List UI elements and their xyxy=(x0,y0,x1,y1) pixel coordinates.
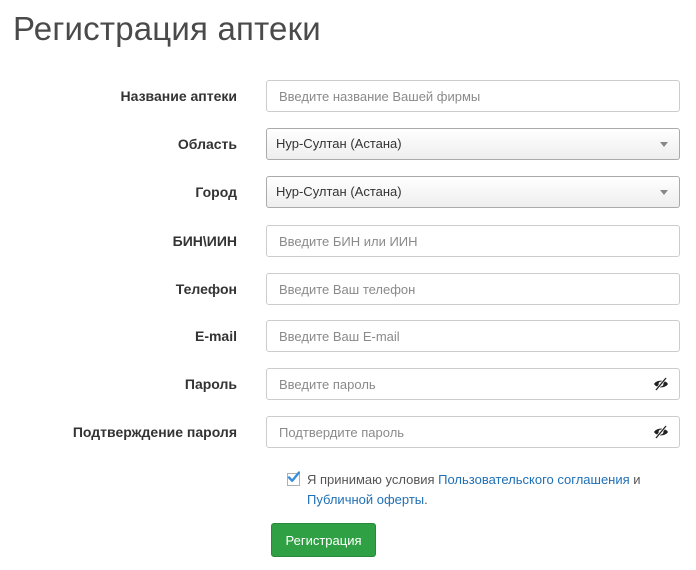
agreement-text-before: Я принимаю условия xyxy=(307,472,439,487)
check-icon xyxy=(287,471,300,482)
phone-field xyxy=(266,273,680,305)
row-pharmacy-name: Название аптеки xyxy=(0,80,696,112)
email-field xyxy=(266,320,680,352)
region-label: Область xyxy=(177,136,237,152)
caret-down-icon xyxy=(660,190,668,195)
password-confirm-input[interactable] xyxy=(267,417,679,447)
region-select-value: Нур-Султан (Астана) xyxy=(276,136,402,151)
password-field xyxy=(266,368,680,400)
row-phone: Телефон xyxy=(0,273,696,305)
agreement-checkbox[interactable] xyxy=(287,471,300,486)
bin-label: БИН\ИИН xyxy=(172,233,237,249)
agreement: Я принимаю условия Пользовательского сог… xyxy=(287,470,677,510)
email-input[interactable] xyxy=(267,321,679,351)
row-bin: БИН\ИИН xyxy=(0,225,696,257)
public-offer-link[interactable]: Публичной оферты xyxy=(307,492,424,507)
password-confirm-label: Подтверждение пароля xyxy=(72,424,237,440)
password-label: Пароль xyxy=(184,376,237,392)
pharmacy-name-label: Название аптеки xyxy=(120,88,237,104)
city-select[interactable]: Нур-Султан (Астана) xyxy=(266,176,680,208)
region-select[interactable]: Нур-Султан (Астана) xyxy=(266,128,680,160)
agreement-text-after: . xyxy=(424,492,428,507)
phone-label: Телефон xyxy=(175,281,237,297)
phone-input[interactable] xyxy=(267,274,679,304)
row-region: Область Нур-Султан (Астана) xyxy=(0,128,696,160)
user-agreement-link[interactable]: Пользовательского соглашения xyxy=(438,472,630,487)
city-select-value: Нур-Султан (Астана) xyxy=(276,184,402,199)
pharmacy-name-input[interactable] xyxy=(267,81,679,111)
password-confirm-field xyxy=(266,416,680,448)
row-password: Пароль xyxy=(0,368,696,400)
city-label: Город xyxy=(195,184,237,200)
register-button[interactable]: Регистрация xyxy=(271,523,376,557)
eye-slash-icon[interactable] xyxy=(653,377,669,391)
password-input[interactable] xyxy=(267,369,679,399)
eye-slash-icon[interactable] xyxy=(653,425,669,439)
pharmacy-name-field xyxy=(266,80,680,112)
bin-input[interactable] xyxy=(267,226,679,256)
bin-field xyxy=(266,225,680,257)
row-password-confirm: Подтверждение пароля xyxy=(0,416,696,448)
agreement-text-middle: и xyxy=(629,472,641,487)
page-title: Регистрация аптеки xyxy=(13,10,321,47)
row-email: E-mail xyxy=(0,320,696,352)
email-label: E-mail xyxy=(194,328,237,344)
caret-down-icon xyxy=(660,142,668,147)
agreement-text: Я принимаю условия Пользовательского сог… xyxy=(287,470,677,510)
row-city: Город Нур-Султан (Астана) xyxy=(0,176,696,208)
